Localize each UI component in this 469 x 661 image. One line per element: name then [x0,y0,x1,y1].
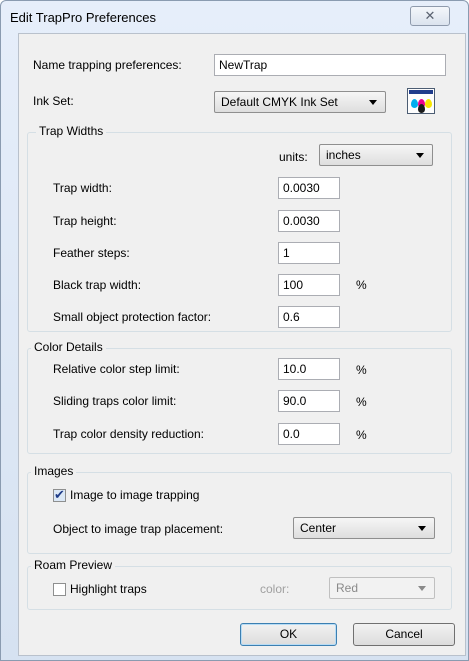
dialog-title: Edit TrapPro Preferences [10,10,156,25]
cyan-drop-icon [411,99,418,108]
placement-label: Object to image trap placement: [53,522,224,536]
chevron-down-icon [418,526,426,531]
images-title: Images [31,464,77,478]
close-icon: ✕ [424,8,436,23]
black-drop-icon [418,104,425,113]
cancel-button[interactable]: Cancel [353,623,455,646]
trap-widths-title: Trap Widths [36,124,107,138]
density-reduction-value: 0.0 [283,427,300,441]
trap-height-label: Trap height: [53,214,117,228]
chevron-down-icon [369,100,377,105]
ink-set-select[interactable]: Default CMYK Ink Set [214,91,386,113]
image-to-image-checkbox[interactable]: ✔ [53,487,66,502]
name-label: Name trapping preferences: [33,58,182,72]
feather-steps-label: Feather steps: [53,246,130,260]
black-trap-width-unit: % [356,278,367,292]
trap-width-input[interactable]: 0.0030 [278,177,340,199]
name-input[interactable]: NewTrap [214,54,446,76]
color-details-group: Color Details Relative color step limit:… [27,340,452,454]
density-reduction-unit: % [356,428,367,442]
small-object-factor-input[interactable]: 0.6 [278,306,340,328]
black-trap-width-input[interactable]: 100 [278,274,340,296]
black-trap-width-value: 100 [283,278,304,292]
trap-height-value: 0.0030 [283,214,320,228]
roam-preview-group: Roam Preview Highlight traps color: Red [27,558,452,610]
sliding-limit-input[interactable]: 90.0 [278,390,340,412]
density-reduction-input[interactable]: 0.0 [278,423,340,445]
black-trap-width-label: Black trap width: [53,278,142,292]
small-object-factor-label: Small object protection factor: [53,310,212,324]
units-select[interactable]: inches [319,144,433,166]
close-button[interactable]: ✕ [410,6,450,26]
placement-value: Center [300,521,337,535]
relative-step-value: 10.0 [283,362,307,376]
relative-step-input[interactable]: 10.0 [278,358,340,380]
units-label: units: [279,150,308,164]
dialog-client: Name trapping preferences: NewTrap Ink S… [18,33,466,656]
highlight-color-select[interactable]: Red [329,577,435,599]
feather-steps-input[interactable]: 1 [278,242,340,264]
name-input-value: NewTrap [219,58,268,72]
density-reduction-label: Trap color density reduction: [53,427,204,441]
highlight-color-value: Red [336,581,359,595]
images-group: Images ✔ Image to image trapping Object … [27,464,452,554]
chevron-down-icon [418,586,426,591]
ok-button[interactable]: OK [240,623,337,646]
ink-set-label: Ink Set: [33,94,74,108]
sliding-limit-label: Sliding traps color limit: [53,394,177,408]
small-object-factor-value: 0.6 [283,310,300,324]
yellow-drop-icon [425,99,432,108]
ink-palette-bar [409,90,433,94]
sliding-limit-unit: % [356,395,367,409]
sliding-limit-value: 90.0 [283,394,307,408]
checkmark-icon: ✔ [54,487,65,502]
color-details-title: Color Details [31,340,106,354]
highlight-traps-label[interactable]: Highlight traps [70,582,147,596]
chevron-down-icon [416,153,424,158]
trap-height-input[interactable]: 0.0030 [278,210,340,232]
ink-set-value: Default CMYK Ink Set [221,95,338,109]
trap-width-label: Trap width: [53,181,112,195]
ink-palette-icon[interactable] [407,88,435,114]
relative-step-unit: % [356,363,367,377]
color-label: color: [260,582,290,596]
feather-steps-value: 1 [283,246,290,260]
image-to-image-label[interactable]: Image to image trapping [70,488,199,502]
title-bar[interactable]: Edit TrapPro Preferences ✕ [1,1,468,31]
relative-step-label: Relative color step limit: [53,362,180,376]
dialog-window: Edit TrapPro Preferences ✕ Name trapping… [0,0,469,661]
roam-preview-title: Roam Preview [31,558,116,572]
units-value: inches [326,148,361,162]
trap-widths-group: Trap Widths units: inches Trap width: 0.… [27,124,452,332]
highlight-traps-checkbox[interactable] [53,583,66,596]
trap-width-value: 0.0030 [283,181,320,195]
placement-select[interactable]: Center [293,517,435,539]
